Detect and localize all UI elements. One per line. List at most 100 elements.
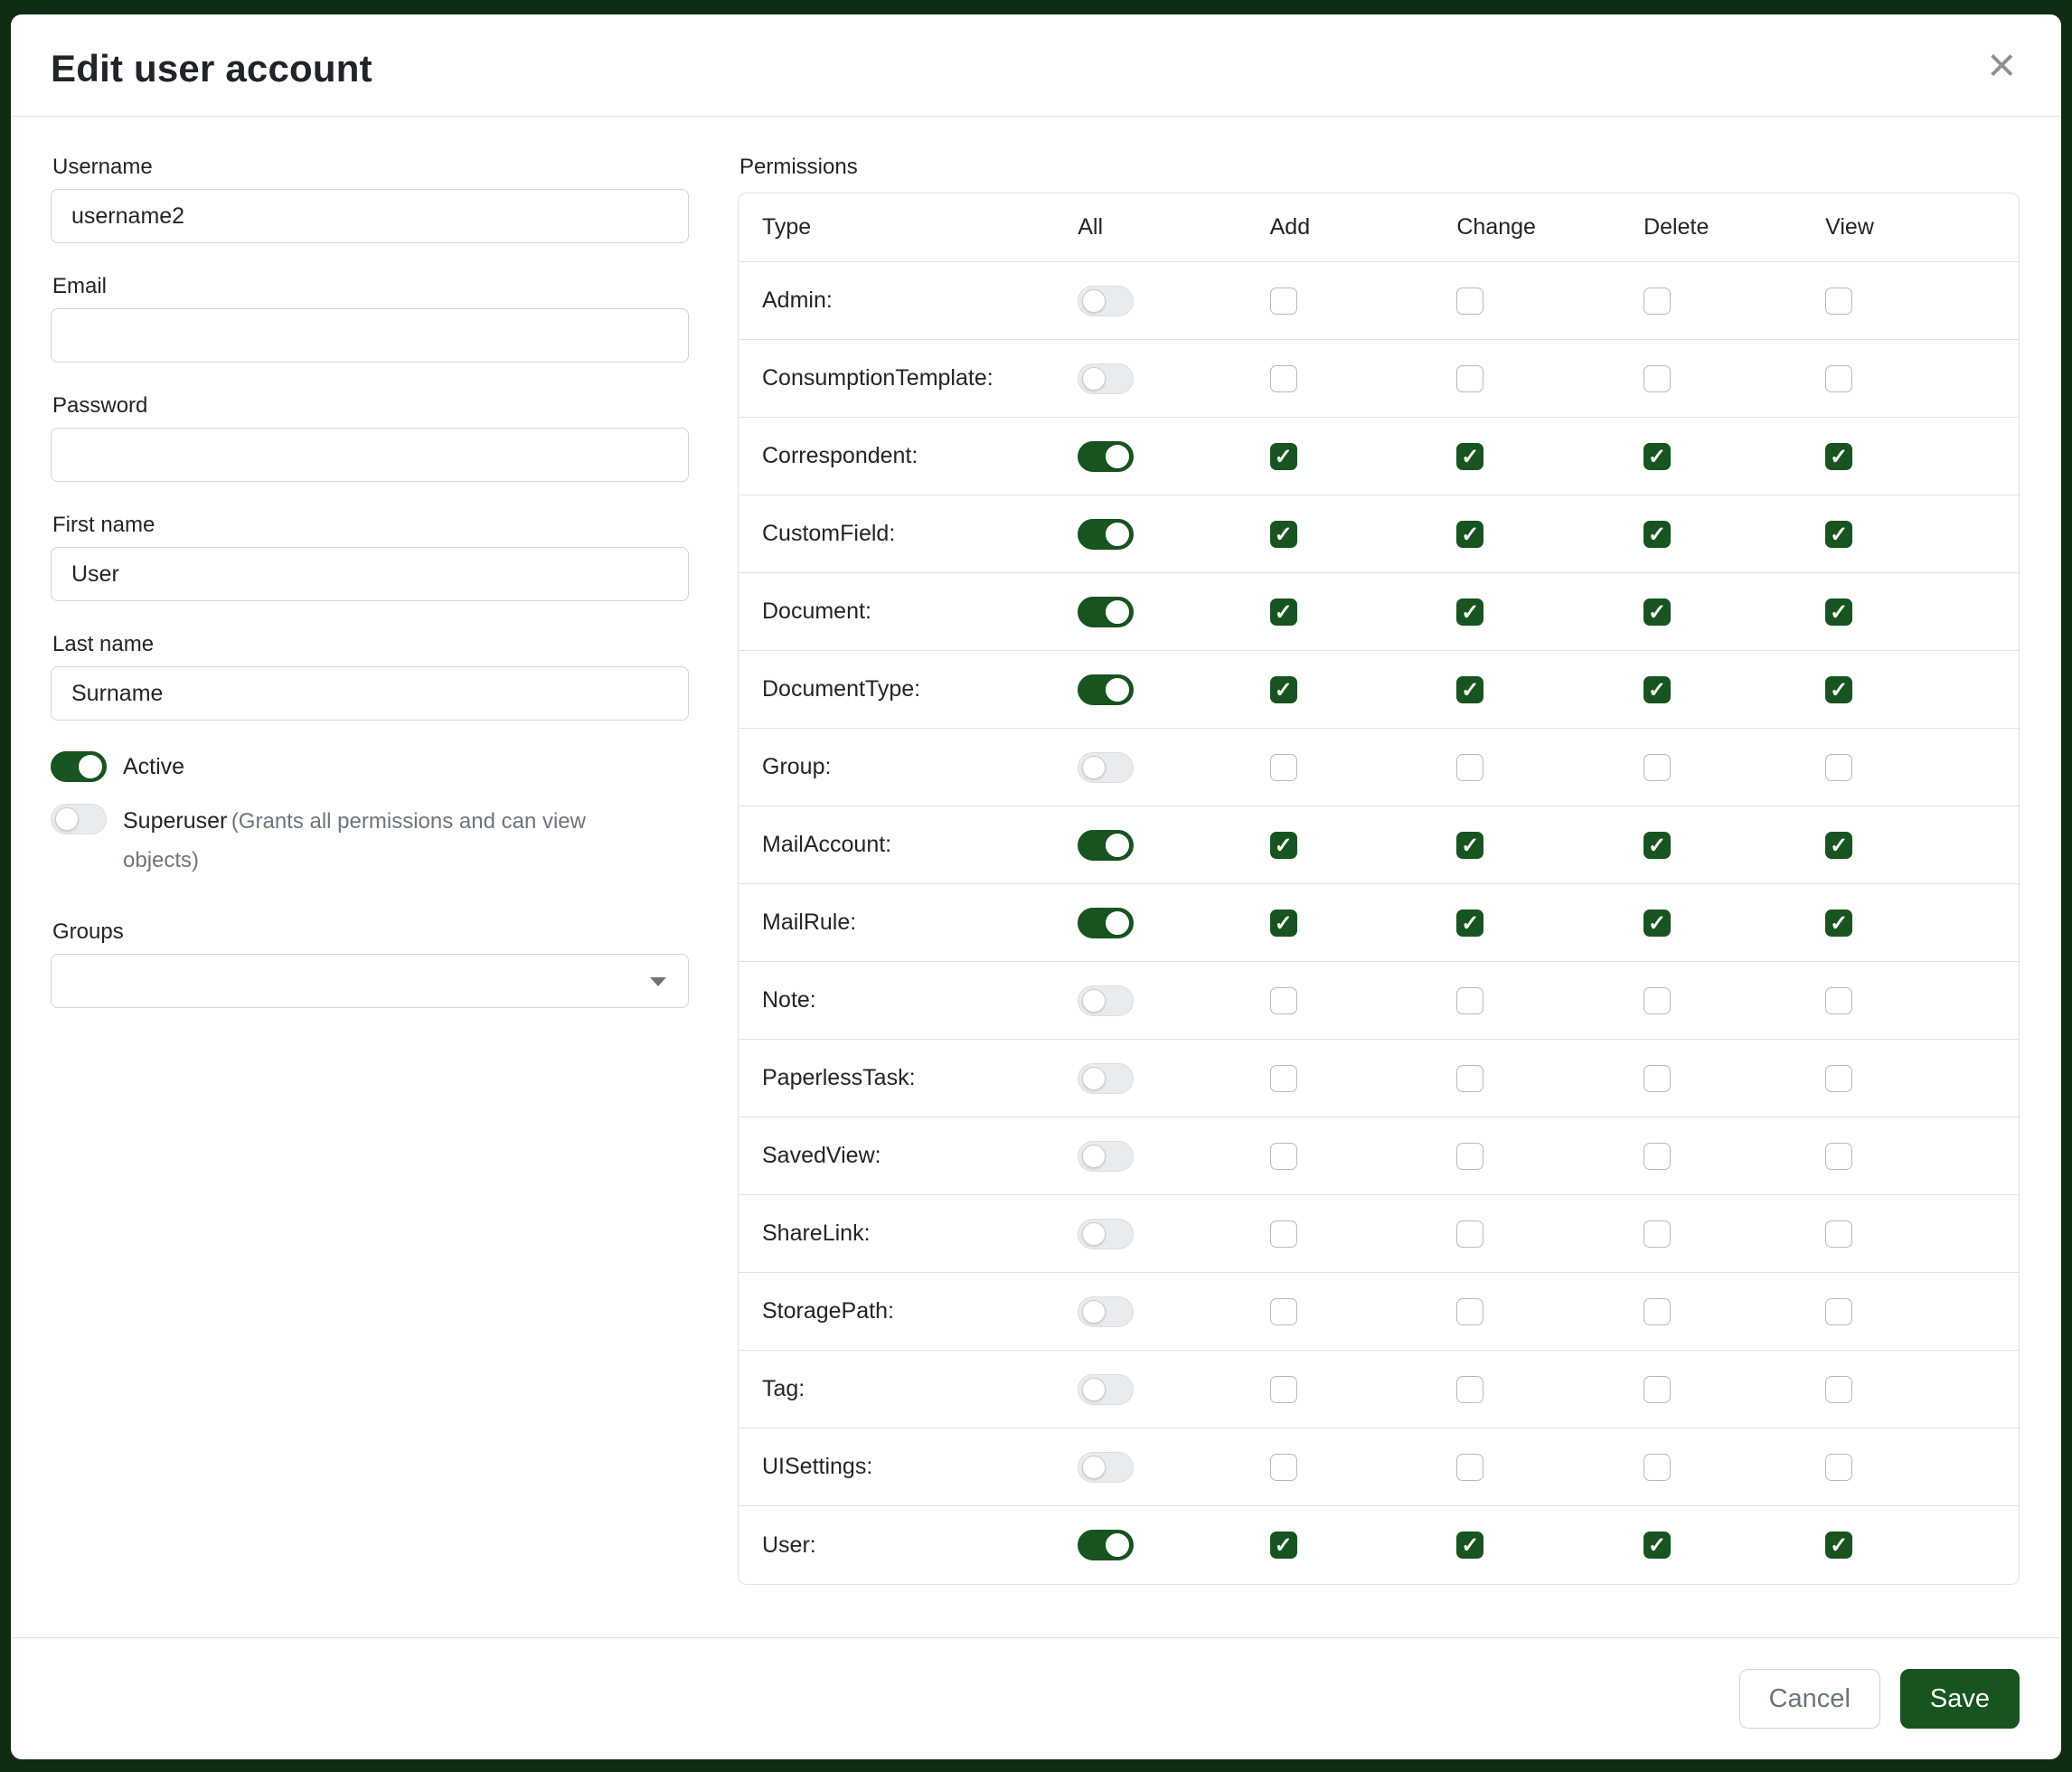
add-checkbox[interactable] — [1270, 599, 1297, 626]
all-toggle[interactable] — [1078, 1296, 1134, 1327]
view-checkbox[interactable] — [1825, 1143, 1852, 1170]
change-checkbox[interactable] — [1456, 599, 1483, 626]
add-checkbox[interactable] — [1270, 987, 1297, 1014]
last-name-group: Last name — [51, 632, 689, 721]
all-toggle[interactable] — [1078, 1063, 1134, 1094]
all-toggle[interactable] — [1078, 908, 1134, 938]
change-checkbox[interactable] — [1456, 1376, 1483, 1403]
all-toggle[interactable] — [1078, 674, 1134, 705]
modal-title: Edit user account — [51, 47, 372, 90]
view-checkbox[interactable] — [1825, 1376, 1852, 1403]
add-checkbox[interactable] — [1270, 443, 1297, 470]
change-checkbox[interactable] — [1456, 1143, 1483, 1170]
delete-checkbox[interactable] — [1643, 1143, 1671, 1170]
change-checkbox[interactable] — [1456, 521, 1483, 548]
add-checkbox[interactable] — [1270, 910, 1297, 937]
all-toggle[interactable] — [1078, 1219, 1134, 1249]
all-toggle[interactable] — [1078, 1452, 1134, 1483]
view-checkbox[interactable] — [1825, 1454, 1852, 1481]
all-toggle[interactable] — [1078, 1141, 1134, 1172]
delete-checkbox[interactable] — [1643, 1298, 1671, 1325]
add-checkbox[interactable] — [1270, 1298, 1297, 1325]
view-checkbox[interactable] — [1825, 1221, 1852, 1248]
add-checkbox[interactable] — [1270, 1221, 1297, 1248]
view-checkbox[interactable] — [1825, 1065, 1852, 1092]
all-toggle[interactable] — [1078, 1374, 1134, 1405]
delete-checkbox[interactable] — [1643, 443, 1671, 470]
delete-checkbox[interactable] — [1643, 599, 1671, 626]
view-checkbox[interactable] — [1825, 1532, 1852, 1559]
add-checkbox[interactable] — [1270, 754, 1297, 781]
view-checkbox[interactable] — [1825, 754, 1852, 781]
delete-checkbox[interactable] — [1643, 832, 1671, 859]
delete-checkbox[interactable] — [1643, 1065, 1671, 1092]
delete-checkbox[interactable] — [1643, 1221, 1671, 1248]
delete-checkbox[interactable] — [1643, 1532, 1671, 1559]
change-checkbox[interactable] — [1456, 987, 1483, 1014]
all-toggle[interactable] — [1078, 1530, 1134, 1560]
delete-checkbox[interactable] — [1643, 987, 1671, 1014]
add-checkbox[interactable] — [1270, 832, 1297, 859]
add-checkbox[interactable] — [1270, 1454, 1297, 1481]
email-field[interactable] — [51, 308, 689, 363]
all-toggle[interactable] — [1078, 363, 1134, 394]
add-checkbox[interactable] — [1270, 1143, 1297, 1170]
view-checkbox[interactable] — [1825, 287, 1852, 315]
password-field[interactable] — [51, 428, 689, 482]
delete-checkbox[interactable] — [1643, 365, 1671, 392]
all-toggle[interactable] — [1078, 985, 1134, 1016]
change-checkbox[interactable] — [1456, 365, 1483, 392]
delete-checkbox[interactable] — [1643, 754, 1671, 781]
delete-checkbox[interactable] — [1643, 1454, 1671, 1481]
view-checkbox[interactable] — [1825, 676, 1852, 703]
view-checkbox[interactable] — [1825, 443, 1852, 470]
all-toggle[interactable] — [1078, 752, 1134, 783]
change-checkbox[interactable] — [1456, 910, 1483, 937]
add-checkbox[interactable] — [1270, 1065, 1297, 1092]
add-checkbox[interactable] — [1270, 521, 1297, 548]
change-checkbox[interactable] — [1456, 443, 1483, 470]
all-toggle[interactable] — [1078, 597, 1134, 627]
toggle-knob — [1082, 1378, 1106, 1401]
change-checkbox[interactable] — [1456, 832, 1483, 859]
last-name-field[interactable] — [51, 666, 689, 721]
change-checkbox[interactable] — [1456, 1532, 1483, 1559]
change-checkbox[interactable] — [1456, 676, 1483, 703]
add-checkbox[interactable] — [1270, 676, 1297, 703]
view-checkbox[interactable] — [1825, 910, 1852, 937]
change-checkbox[interactable] — [1456, 1065, 1483, 1092]
username-input[interactable] — [51, 189, 689, 243]
active-toggle[interactable] — [51, 751, 107, 782]
cancel-button[interactable]: Cancel — [1739, 1669, 1880, 1729]
col-header-add: Add — [1270, 193, 1457, 262]
view-checkbox[interactable] — [1825, 521, 1852, 548]
change-checkbox[interactable] — [1456, 287, 1483, 315]
view-checkbox[interactable] — [1825, 1298, 1852, 1325]
change-checkbox[interactable] — [1456, 754, 1483, 781]
all-toggle[interactable] — [1078, 441, 1134, 472]
add-checkbox[interactable] — [1270, 287, 1297, 315]
delete-checkbox[interactable] — [1643, 676, 1671, 703]
delete-checkbox[interactable] — [1643, 521, 1671, 548]
save-button[interactable]: Save — [1900, 1669, 2020, 1729]
change-checkbox[interactable] — [1456, 1298, 1483, 1325]
all-toggle[interactable] — [1078, 519, 1134, 550]
close-icon[interactable]: × — [1983, 47, 2020, 83]
all-toggle[interactable] — [1078, 286, 1134, 316]
delete-checkbox[interactable] — [1643, 1376, 1671, 1403]
add-checkbox[interactable] — [1270, 1532, 1297, 1559]
delete-checkbox[interactable] — [1643, 910, 1671, 937]
superuser-toggle[interactable] — [51, 804, 107, 834]
change-checkbox[interactable] — [1456, 1454, 1483, 1481]
add-checkbox[interactable] — [1270, 365, 1297, 392]
view-checkbox[interactable] — [1825, 987, 1852, 1014]
view-checkbox[interactable] — [1825, 832, 1852, 859]
all-toggle[interactable] — [1078, 830, 1134, 861]
add-checkbox[interactable] — [1270, 1376, 1297, 1403]
first-name-field[interactable] — [51, 547, 689, 601]
change-checkbox[interactable] — [1456, 1221, 1483, 1248]
groups-select[interactable] — [51, 954, 689, 1008]
view-checkbox[interactable] — [1825, 599, 1852, 626]
delete-checkbox[interactable] — [1643, 287, 1671, 315]
view-checkbox[interactable] — [1825, 365, 1852, 392]
